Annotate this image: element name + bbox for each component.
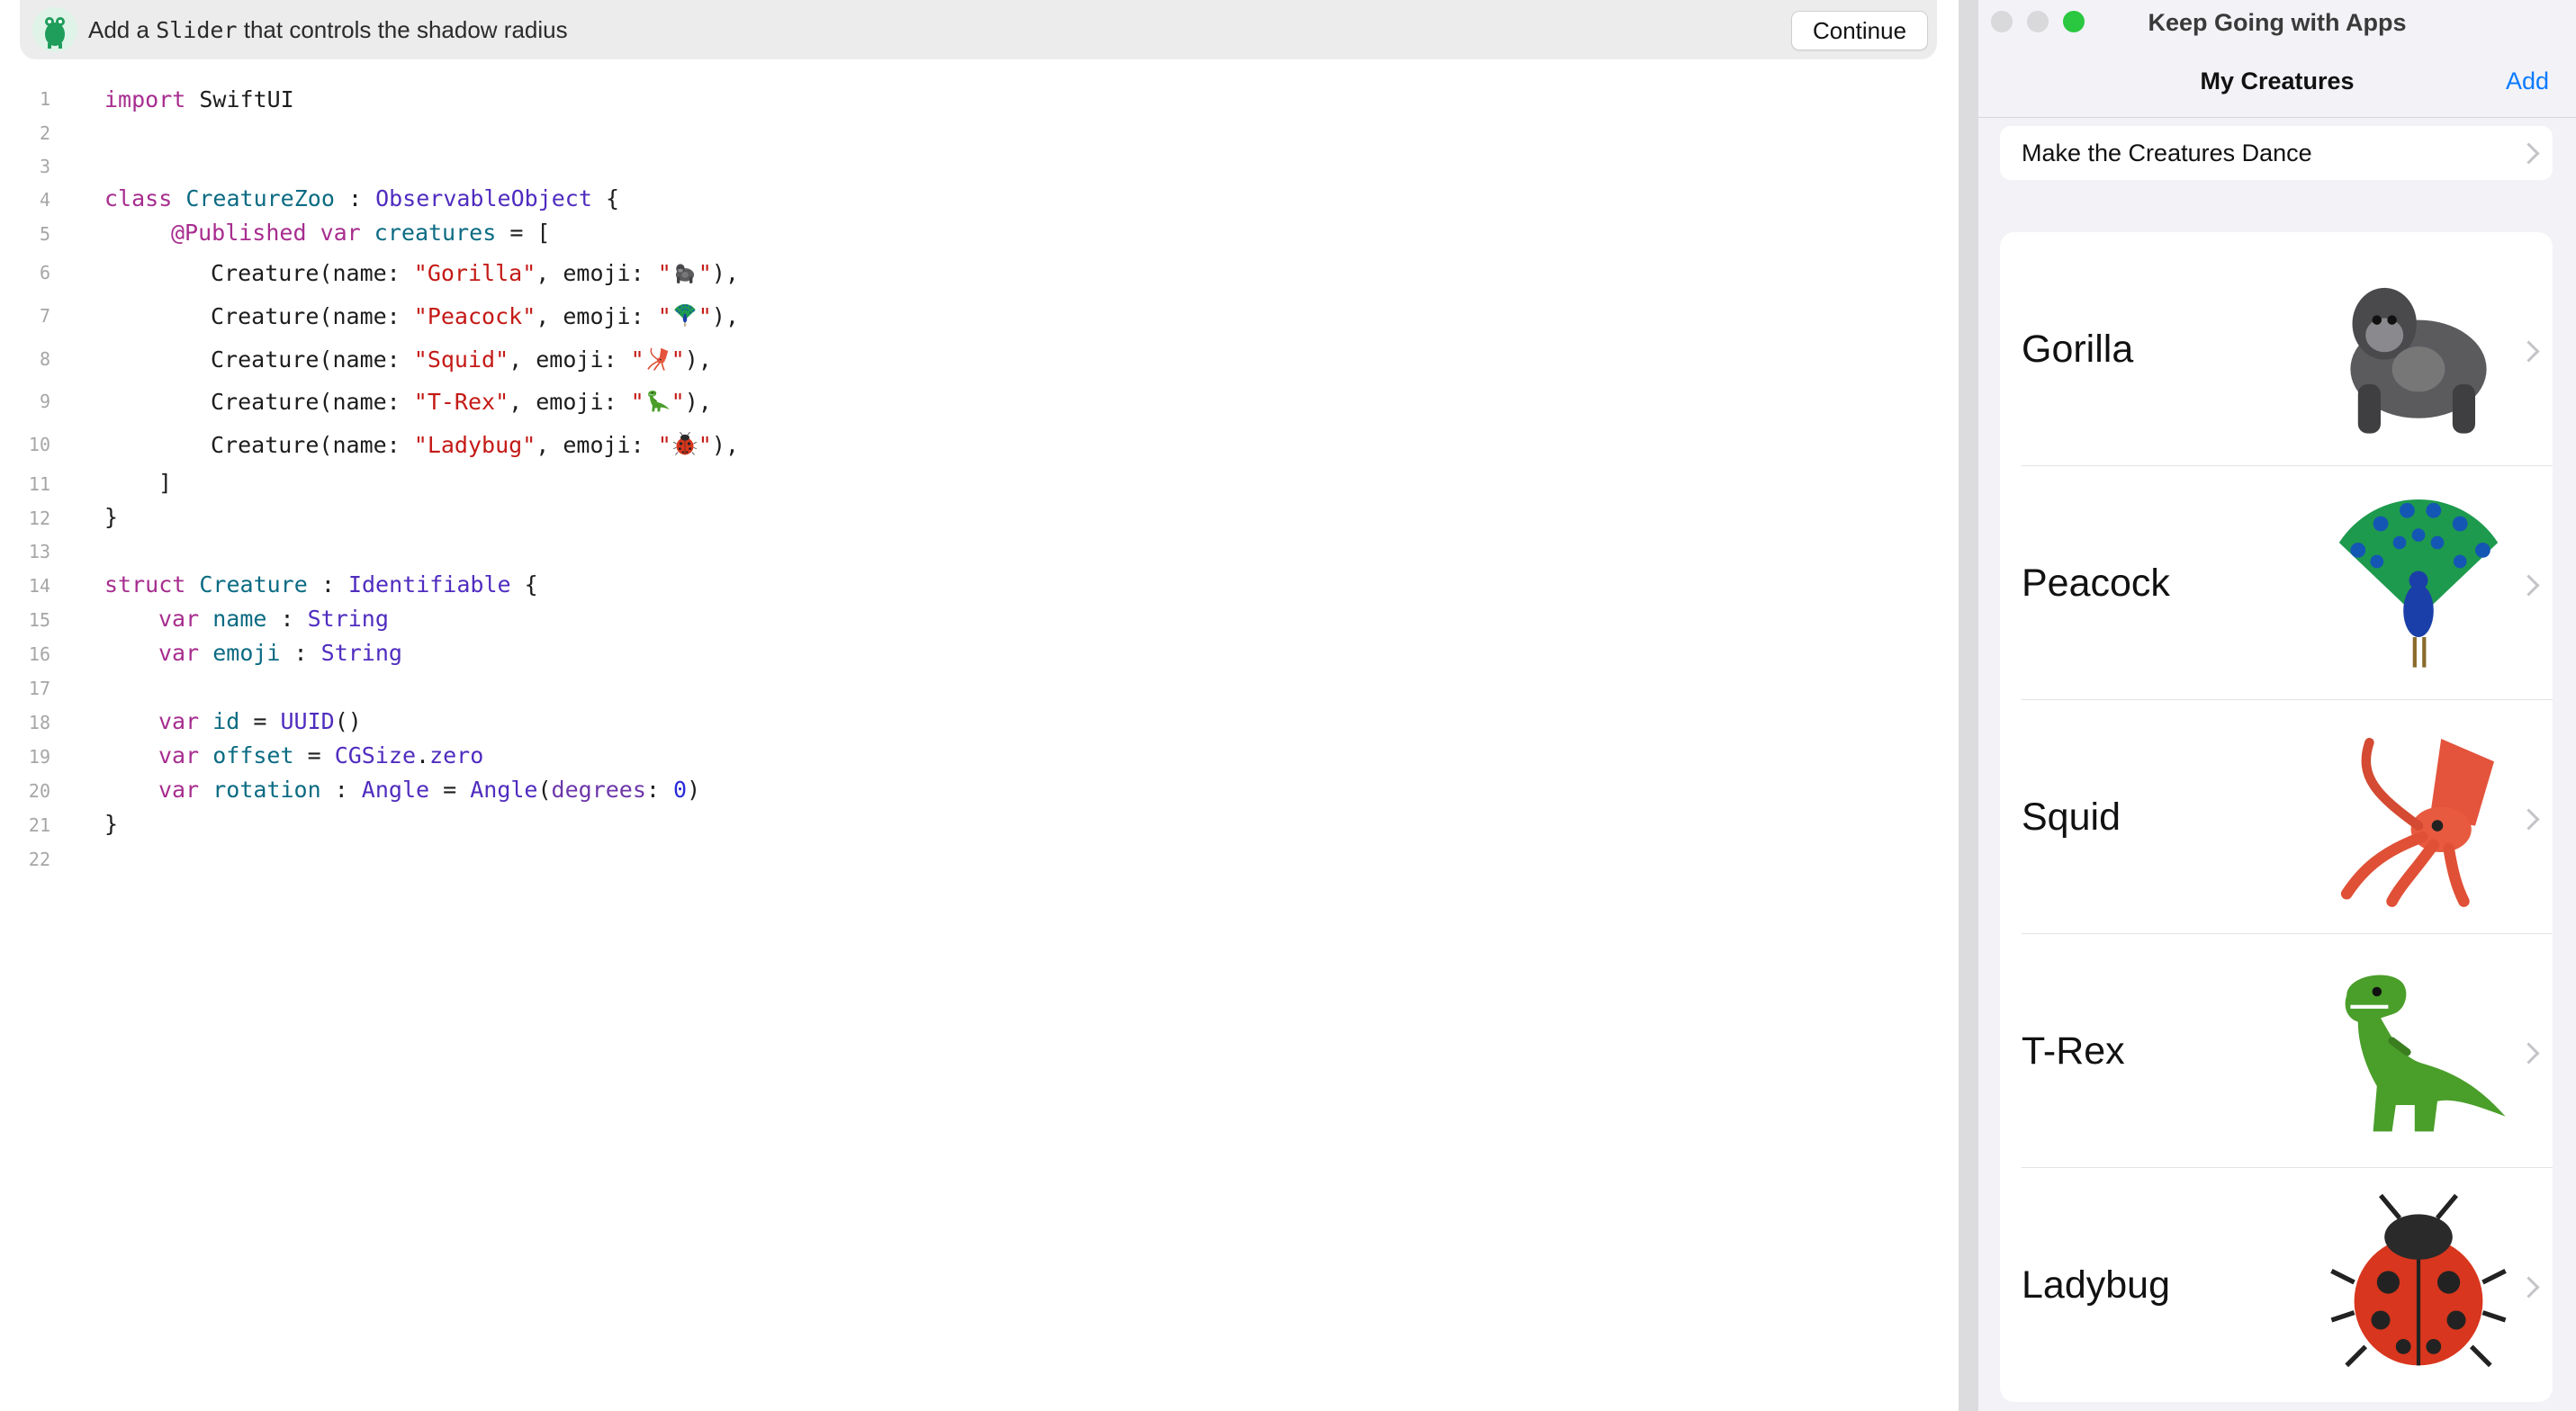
code-line-9: Creature(name: "T-Rex", emoji: " "), bbox=[211, 388, 712, 415]
creature-name: T-Rex bbox=[2022, 1029, 2125, 1073]
line-number: 22 bbox=[28, 849, 50, 870]
line-number: 19 bbox=[28, 746, 50, 768]
peacock-emoji-icon bbox=[671, 302, 698, 328]
nav-title: My Creatures bbox=[2200, 67, 2355, 94]
list-item[interactable]: T-Rex bbox=[2000, 934, 2553, 1168]
line-number: 10 bbox=[28, 434, 50, 455]
peacock-emoji-icon bbox=[2324, 486, 2513, 675]
code-line-15: var name : String bbox=[158, 606, 389, 632]
gorilla-emoji-icon bbox=[671, 259, 698, 284]
line-number: 1 bbox=[39, 88, 50, 110]
dance-link-label: Make the Creatures Dance bbox=[2022, 139, 2312, 166]
line-number: 6 bbox=[39, 262, 50, 283]
code-line-16: var emoji : String bbox=[158, 640, 402, 666]
chevron-right-icon bbox=[2517, 808, 2540, 831]
list-item[interactable]: Gorilla bbox=[2000, 232, 2553, 466]
line-number: 11 bbox=[28, 473, 50, 495]
preview-window: Keep Going with Apps My Creatures Add Ma… bbox=[1978, 0, 2576, 1411]
squid-emoji-icon bbox=[2324, 720, 2513, 909]
code-line-4: class CreatureZoo : ObservableObject { bbox=[104, 185, 619, 211]
line-number: 5 bbox=[39, 223, 50, 245]
code-line-12: } bbox=[104, 504, 119, 530]
line-number: 2 bbox=[39, 122, 50, 144]
line-number: 16 bbox=[28, 643, 50, 665]
line-number: 15 bbox=[28, 609, 50, 631]
code-area[interactable]: 1 2 3 4 5 6 7 8 9 10 11 12 13 14 15 16 1… bbox=[0, 0, 1959, 1411]
line-number: 18 bbox=[28, 712, 50, 733]
pane-divider[interactable] bbox=[1959, 0, 1978, 1411]
creature-list: Gorilla Peacock Squid T-Rex Ladybug bbox=[2000, 232, 2553, 1402]
creature-name: Ladybug bbox=[2022, 1263, 2170, 1307]
t-rex-emoji-icon bbox=[2324, 954, 2513, 1143]
chevron-right-icon bbox=[2517, 574, 2540, 597]
chevron-right-icon bbox=[2517, 1042, 2540, 1065]
line-number: 9 bbox=[39, 391, 50, 412]
code-line-10: Creature(name: "Ladybug", emoji: " "), bbox=[211, 431, 739, 458]
line-number: 14 bbox=[28, 575, 50, 597]
squid-emoji-icon bbox=[644, 346, 671, 371]
line-number: 3 bbox=[39, 156, 50, 177]
code-line-7: Creature(name: "Peacock", emoji: " "), bbox=[211, 302, 739, 329]
code-line-11: ] bbox=[158, 470, 173, 496]
chevron-right-icon bbox=[2517, 142, 2540, 165]
add-button[interactable]: Add bbox=[2506, 45, 2549, 117]
code-editor: Add a Slider that controls the shadow ra… bbox=[0, 0, 1959, 1411]
code-line-19: var offset = CGSize.zero bbox=[158, 742, 484, 768]
line-number: 8 bbox=[39, 348, 50, 370]
code-line-5: @Published var creatures = [ bbox=[171, 220, 551, 246]
line-number: 20 bbox=[28, 780, 50, 802]
window-titlebar: Keep Going with Apps bbox=[1978, 0, 2576, 45]
ladybug-emoji-icon bbox=[2324, 1188, 2513, 1377]
line-number: 13 bbox=[28, 541, 50, 562]
line-number: 7 bbox=[39, 305, 50, 327]
ladybug-emoji-icon bbox=[671, 431, 698, 456]
line-number: 4 bbox=[39, 189, 50, 211]
line-number: 17 bbox=[28, 678, 50, 699]
list-item[interactable]: Squid bbox=[2000, 700, 2553, 934]
dance-link[interactable]: Make the Creatures Dance bbox=[2000, 126, 2553, 180]
navigation-bar: My Creatures Add bbox=[1978, 45, 2576, 118]
code-line-1: import SwiftUI bbox=[104, 86, 294, 112]
window-title: Keep Going with Apps bbox=[2148, 9, 2407, 36]
list-item[interactable]: Peacock bbox=[2000, 466, 2553, 700]
code-line-18: var id = UUID() bbox=[158, 708, 362, 734]
creature-name: Peacock bbox=[2022, 562, 2170, 605]
line-number: 21 bbox=[28, 814, 50, 836]
chevron-right-icon bbox=[2517, 340, 2540, 363]
creature-name: Gorilla bbox=[2022, 328, 2134, 371]
gorilla-emoji-icon bbox=[2324, 252, 2513, 441]
line-number: 12 bbox=[28, 508, 50, 529]
t-rex-emoji-icon bbox=[644, 388, 671, 413]
code-line-20: var rotation : Angle = Angle(degrees: 0) bbox=[158, 777, 701, 803]
code-line-21: } bbox=[104, 811, 119, 837]
code-line-6: Creature(name: "Gorilla", emoji: " "), bbox=[211, 259, 739, 286]
chevron-right-icon bbox=[2517, 1276, 2540, 1299]
list-item[interactable]: Ladybug bbox=[2000, 1168, 2553, 1402]
creature-name: Squid bbox=[2022, 795, 2121, 839]
code-line-8: Creature(name: "Squid", emoji: " "), bbox=[211, 346, 712, 373]
code-line-14: struct Creature : Identifiable { bbox=[104, 571, 538, 598]
